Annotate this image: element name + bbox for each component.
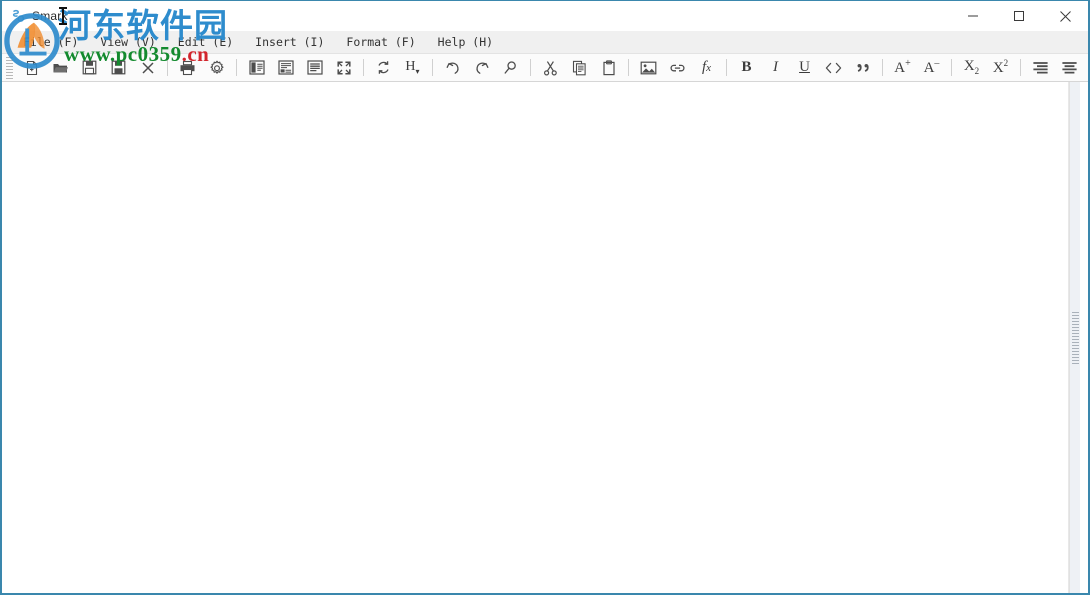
align-right-button[interactable]	[1026, 55, 1055, 81]
toolbar-separator	[530, 59, 531, 76]
menu-help[interactable]: Help (H)	[427, 31, 504, 54]
title-bar[interactable]: Smark	[2, 1, 1088, 31]
copy-button[interactable]	[565, 55, 594, 81]
save-button[interactable]	[75, 55, 104, 81]
bold-button[interactable]: B	[732, 55, 761, 81]
fullscreen-button[interactable]	[329, 55, 358, 81]
insert-link-button[interactable]	[663, 55, 692, 81]
font-decrease-icon: A–	[923, 58, 940, 76]
print-button[interactable]	[173, 55, 202, 81]
toolbar-separator	[882, 59, 883, 76]
heading-button[interactable]: H▾	[398, 55, 427, 81]
quote-button[interactable]	[848, 55, 877, 81]
editor-preview-splitter[interactable]	[1069, 82, 1080, 593]
close-file-button[interactable]	[133, 55, 162, 81]
align-center-button[interactable]	[1055, 55, 1084, 81]
search-button[interactable]	[496, 55, 525, 81]
toolbar-separator	[628, 59, 629, 76]
decrease-font-button[interactable]: A–	[917, 55, 946, 81]
toolbar-separator	[236, 59, 237, 76]
view-editor-button[interactable]	[300, 55, 329, 81]
view-preview-button[interactable]	[271, 55, 300, 81]
superscript-button[interactable]: X2	[986, 55, 1015, 81]
menu-insert[interactable]: Insert (I)	[244, 31, 335, 54]
cut-button[interactable]	[536, 55, 565, 81]
toolbar-separator	[726, 59, 727, 76]
subscript-button[interactable]: X2	[957, 55, 986, 81]
new-file-button[interactable]	[17, 55, 46, 81]
insert-formula-button[interactable]: fx	[692, 55, 721, 81]
superscript-icon: X2	[992, 58, 1009, 76]
italic-button[interactable]: I	[761, 55, 790, 81]
window-controls	[950, 1, 1088, 30]
view-split-left-button[interactable]	[242, 55, 271, 81]
paste-button[interactable]	[594, 55, 623, 81]
markdown-editor-pane[interactable]	[2, 82, 1069, 593]
bold-icon: B	[741, 59, 752, 75]
toolbar-separator	[167, 59, 168, 76]
insert-image-button[interactable]	[634, 55, 663, 81]
text-caret-icon	[59, 7, 67, 25]
menu-view[interactable]: View (V)	[89, 31, 166, 54]
title-bar-left: Smark	[2, 1, 68, 30]
menu-format[interactable]: Format (F)	[335, 31, 426, 54]
menu-edit[interactable]: Edit (E)	[167, 31, 244, 54]
menu-file[interactable]: File (F)	[12, 31, 89, 54]
markdown-preview-pane[interactable]	[1080, 82, 1088, 593]
menu-bar: File (F) View (V) Edit (E) Insert (I) Fo…	[2, 31, 1088, 54]
underline-icon: U	[799, 59, 810, 75]
smark-app-icon	[10, 8, 26, 24]
formula-fx-icon: fx	[701, 59, 712, 75]
maximize-button[interactable]	[996, 1, 1042, 31]
toolbar-separator	[432, 59, 433, 76]
heading-h-icon: H▾	[405, 58, 420, 76]
editor-area	[2, 82, 1088, 593]
subscript-icon: X2	[963, 58, 980, 76]
save-as-button[interactable]	[104, 55, 133, 81]
toolbar-separator	[951, 59, 952, 76]
close-button[interactable]	[1042, 1, 1088, 31]
application-window: Smark File (F) View (V) Edit (E) Insert …	[0, 0, 1090, 595]
font-increase-icon: A+	[894, 58, 911, 76]
splitter-grip-dots	[1071, 311, 1079, 364]
redo-button[interactable]	[467, 55, 496, 81]
underline-button[interactable]: U	[790, 55, 819, 81]
italic-icon: I	[773, 59, 778, 75]
main-toolbar: H▾ fx B I U A+ A– X2 X2	[2, 54, 1088, 82]
minimize-button[interactable]	[950, 1, 996, 31]
undo-button[interactable]	[438, 55, 467, 81]
align-left-button[interactable]	[1084, 55, 1088, 81]
open-file-button[interactable]	[46, 55, 75, 81]
toolbar-separator	[1020, 59, 1021, 76]
sync-refresh-button[interactable]	[369, 55, 398, 81]
toolbar-separator	[363, 59, 364, 76]
toolbar-drag-grip[interactable]	[5, 56, 15, 79]
code-button[interactable]	[819, 55, 848, 81]
settings-button[interactable]	[202, 55, 231, 81]
increase-font-button[interactable]: A+	[888, 55, 917, 81]
